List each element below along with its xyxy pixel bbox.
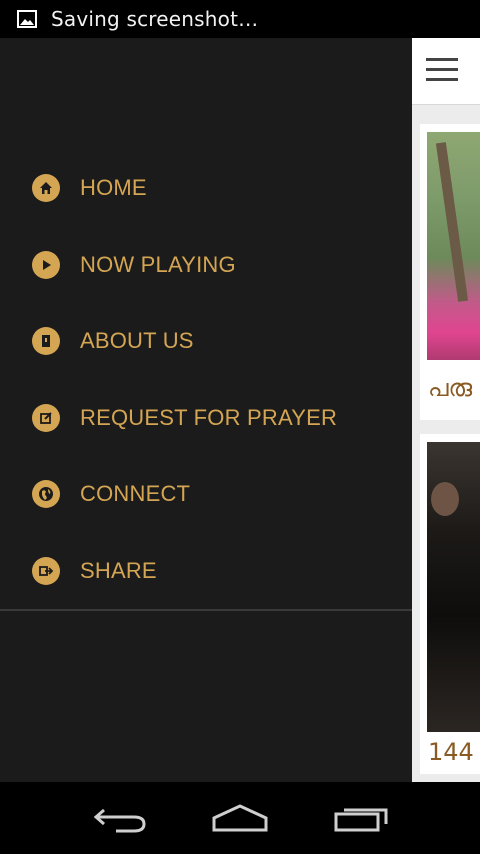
home-nav-icon[interactable] (210, 800, 270, 836)
menu-label: REQUEST FOR PRAYER (80, 404, 338, 430)
card-title: 144 (428, 738, 474, 766)
menu-label: HOME (80, 175, 147, 201)
menu-item-connect[interactable]: CONNECT (0, 456, 412, 533)
image-notification-icon (17, 10, 37, 28)
toolbar (412, 38, 480, 105)
book-icon (32, 327, 60, 356)
navigation-drawer: HOME NOW PLAYING ABOUT US REQUEST FOR PR… (0, 38, 412, 782)
status-bar: Saving screenshot… (0, 0, 480, 38)
drawer-menu: HOME NOW PLAYING ABOUT US REQUEST FOR PR… (0, 150, 412, 609)
system-nav-bar (0, 782, 480, 854)
share-icon (32, 556, 60, 585)
menu-label: SHARE (80, 557, 157, 583)
news-card[interactable]: 144 (420, 434, 480, 774)
card-image (427, 132, 480, 360)
status-text: Saving screenshot… (51, 7, 259, 31)
drawer-divider (0, 609, 412, 611)
play-icon (32, 250, 60, 279)
menu-item-share[interactable]: SHARE (0, 533, 412, 610)
back-icon[interactable] (90, 800, 150, 836)
globe-icon (32, 480, 60, 509)
menu-item-home[interactable]: HOME (0, 150, 412, 227)
edit-icon (32, 403, 60, 432)
menu-item-about-us[interactable]: ABOUT US (0, 303, 412, 380)
main-content: പരു 144 (412, 38, 480, 782)
recents-icon[interactable] (332, 800, 392, 836)
news-card[interactable]: പരു (420, 124, 480, 420)
menu-label: CONNECT (80, 481, 191, 507)
card-title: പരു (428, 374, 473, 402)
menu-label: ABOUT US (80, 328, 194, 354)
menu-item-request-for-prayer[interactable]: REQUEST FOR PRAYER (0, 380, 412, 457)
home-icon (32, 174, 60, 203)
menu-label: NOW PLAYING (80, 251, 236, 277)
card-image (427, 442, 480, 732)
menu-icon[interactable] (426, 58, 458, 82)
menu-item-now-playing[interactable]: NOW PLAYING (0, 227, 412, 304)
